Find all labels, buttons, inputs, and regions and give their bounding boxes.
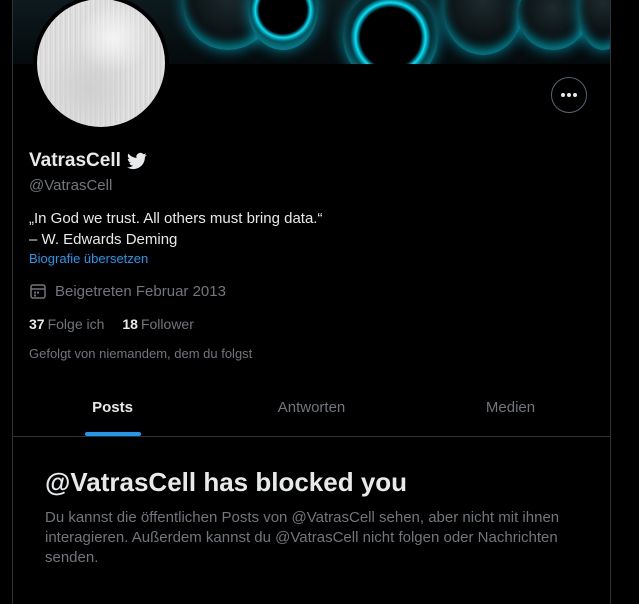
followers-label: Follower bbox=[140, 316, 194, 332]
following-label: Folge ich bbox=[47, 316, 105, 332]
active-tab-indicator bbox=[84, 432, 141, 436]
more-options-button[interactable] bbox=[551, 77, 587, 113]
user-handle: @VatrasCell bbox=[29, 177, 113, 194]
banner-orb bbox=[343, 0, 438, 64]
followed-by-text: Gefolgt von niemandem, dem du folgst bbox=[29, 346, 253, 361]
translate-bio-link[interactable]: Biografie übersetzen bbox=[29, 251, 148, 266]
joined-date: Beigetreten Februar 2013 bbox=[55, 282, 226, 300]
joined-date-row: Beigetreten Februar 2013 bbox=[29, 282, 226, 300]
follow-stats: 37 Folge ich 18 Follower bbox=[29, 316, 194, 332]
following-count: 37 bbox=[29, 316, 45, 332]
profile-column: VatrasCell @VatrasCell „In God we trust.… bbox=[12, 0, 611, 604]
bio-line: „In God we trust. All others must bring … bbox=[29, 210, 323, 227]
bio-line: – W. Edwards Deming bbox=[29, 231, 178, 248]
banner-orb bbox=[248, 0, 318, 50]
blocked-message: Du kannst die öffentlichen Posts von @Va… bbox=[45, 509, 560, 566]
avatar-image bbox=[37, 0, 165, 127]
avatar[interactable] bbox=[33, 0, 169, 131]
banner-orb bbox=[578, 0, 610, 50]
more-options-icon bbox=[561, 93, 577, 97]
display-name: VatrasCell bbox=[29, 150, 121, 171]
followers-count: 18 bbox=[122, 316, 138, 332]
tab-label: Posts bbox=[92, 398, 133, 416]
tab-posts[interactable]: Posts bbox=[13, 378, 212, 436]
following-link[interactable]: 37 Folge ich bbox=[29, 316, 104, 332]
tab-medien[interactable]: Medien bbox=[411, 378, 610, 436]
calendar-icon bbox=[30, 284, 46, 299]
tab-label: Antworten bbox=[277, 398, 346, 416]
profile-tabs: Posts Antworten Medien bbox=[13, 378, 610, 437]
twitter-bird-icon[interactable] bbox=[126, 151, 147, 171]
tab-label: Medien bbox=[485, 398, 536, 416]
tab-antworten[interactable]: Antworten bbox=[212, 378, 411, 436]
name-row: VatrasCell bbox=[29, 150, 147, 172]
followers-link[interactable]: 18 Follower bbox=[122, 316, 193, 332]
blocked-title: @VatrasCell has blocked you bbox=[45, 467, 408, 497]
profile-bio: „In God we trust. All others must bring … bbox=[29, 208, 322, 250]
banner-orb bbox=[443, 0, 523, 55]
